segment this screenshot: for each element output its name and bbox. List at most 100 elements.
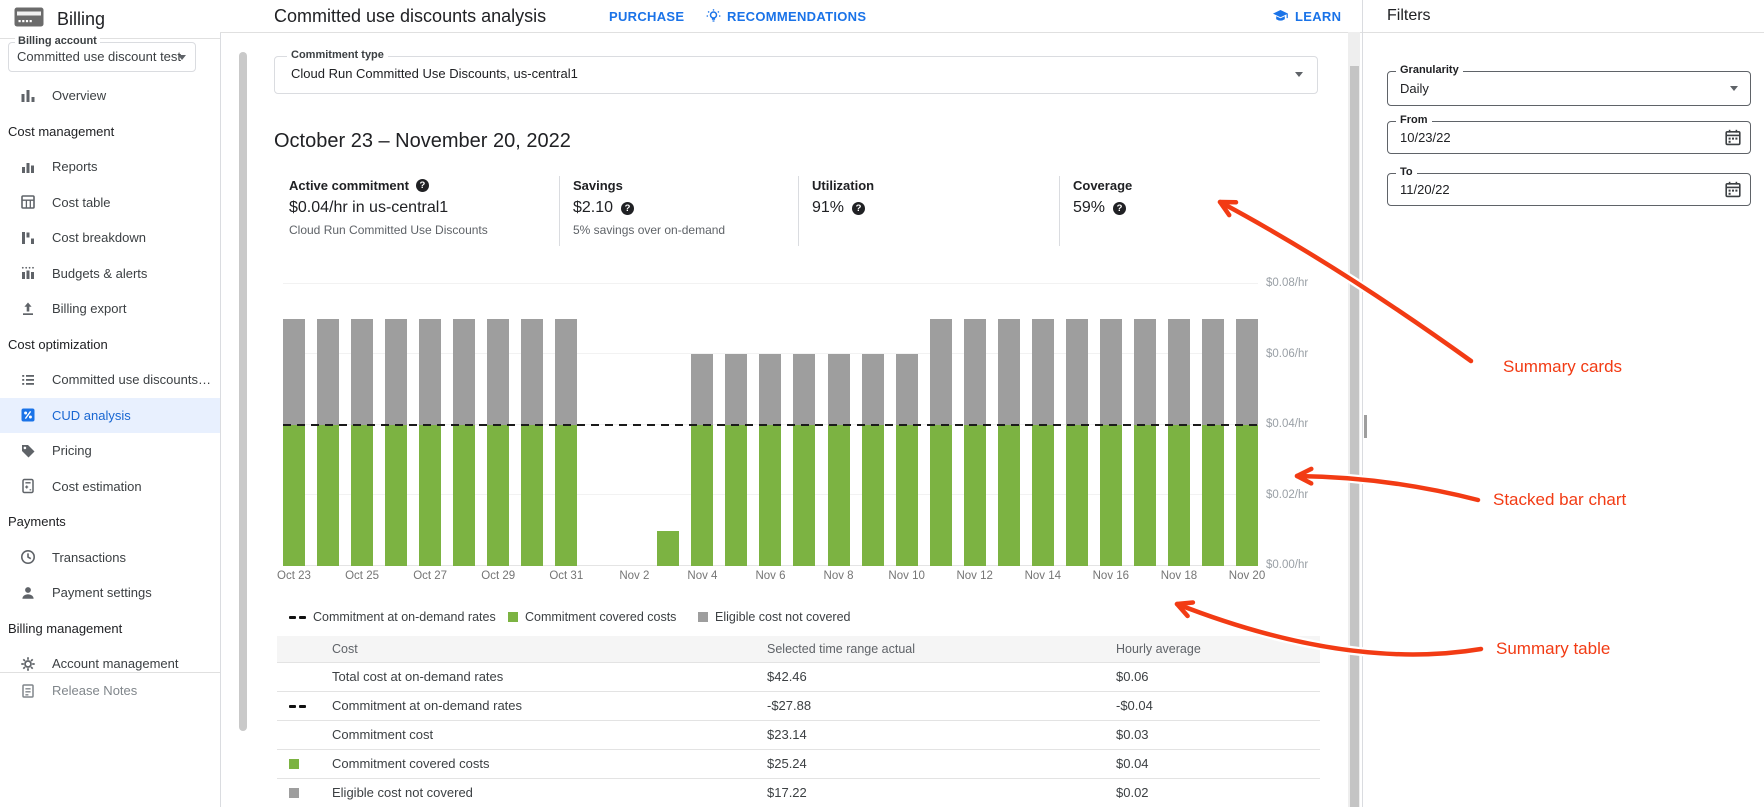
bar-segment-not-covered xyxy=(691,354,713,425)
bar-segment-not-covered xyxy=(1202,319,1224,425)
bar-oct-25 xyxy=(351,319,373,566)
x-axis-label: Nov 16 xyxy=(1093,570,1129,582)
bar-nov-6 xyxy=(759,354,781,566)
bar-oct-28 xyxy=(453,319,475,566)
bar-oct-27 xyxy=(419,319,441,566)
y-axis-label: $0.06/hr xyxy=(1266,348,1308,360)
to-date-field[interactable]: To 11/20/22 xyxy=(1387,173,1751,206)
bar-nov-4 xyxy=(691,354,713,566)
recommendations-button[interactable]: RECOMMENDATIONS xyxy=(706,0,866,32)
table-row: Total cost at on-demand rates$42.46$0.06 xyxy=(277,662,1320,691)
commitment-type-value: Cloud Run Committed Use Discounts, us-ce… xyxy=(291,57,578,91)
purchase-button[interactable]: PURCHASE xyxy=(609,0,684,32)
bar-nov-20 xyxy=(1236,319,1258,566)
learn-button[interactable]: LEARN xyxy=(1272,0,1341,32)
bar-nov-14 xyxy=(1032,319,1054,566)
billing-account-select[interactable]: Billing account Committed use discount t… xyxy=(8,42,196,72)
bar-nov-13 xyxy=(998,319,1020,566)
cell-actual: $42.46 xyxy=(767,663,1116,691)
dash-marker xyxy=(289,705,306,708)
bar-segment-not-covered xyxy=(1168,319,1190,425)
y-axis-label: $0.02/hr xyxy=(1266,489,1308,501)
filters-scrollbar-thumb[interactable] xyxy=(1364,415,1367,438)
bar-oct-29 xyxy=(487,319,509,566)
cell-cost: Commitment covered costs xyxy=(332,750,767,778)
chart-legend: Commitment at on-demand ratesCommitment … xyxy=(0,610,1360,626)
purchase-label: PURCHASE xyxy=(609,9,684,24)
granularity-select[interactable]: Granularity Daily xyxy=(1387,71,1751,106)
legend-label: Eligible cost not covered xyxy=(715,610,851,624)
help-icon[interactable]: ? xyxy=(1113,202,1126,215)
legend-item: Commitment covered costs xyxy=(508,610,676,624)
sidebar-section-header: Cost management xyxy=(0,114,220,150)
table-row: Eligible cost not covered$17.22$0.02 xyxy=(277,778,1320,807)
main-scrollbar-thumb[interactable] xyxy=(1350,66,1359,807)
bar-segment-covered xyxy=(828,425,850,566)
cell-actual: $25.24 xyxy=(767,750,1116,778)
bar-segment-covered xyxy=(1066,425,1088,566)
y-axis-label: $0.04/hr xyxy=(1266,418,1308,430)
bar-segment-covered xyxy=(1202,425,1224,566)
cost-estimation-icon xyxy=(20,478,36,494)
cell-hourly: $0.06 xyxy=(1116,663,1320,691)
sidebar-section-header: Cost optimization xyxy=(0,327,220,363)
sidebar-item-committed-use-discounts[interactable]: Committed use discounts… xyxy=(0,362,220,398)
product-name: Billing xyxy=(57,9,105,30)
sidebar-item-label: Reports xyxy=(52,159,98,174)
bar-segment-not-covered xyxy=(453,319,475,425)
sidebar-item-label: Cost estimation xyxy=(52,479,142,494)
bar-oct-31 xyxy=(555,319,577,566)
calendar-icon[interactable] xyxy=(1725,129,1741,151)
sidebar-item-pricing[interactable]: Pricing xyxy=(0,433,220,469)
sidebar-item-label: Account management xyxy=(52,656,178,671)
from-date-field[interactable]: From 10/23/22 xyxy=(1387,121,1751,154)
sidebar-item-overview[interactable]: Overview xyxy=(0,78,220,114)
summary-card-coverage: Coverage59%? xyxy=(1059,176,1299,246)
x-axis-label: Nov 10 xyxy=(888,570,924,582)
annotation-label: Summary table xyxy=(1496,639,1610,659)
commitment-type-select[interactable]: Commitment type Cloud Run Committed Use … xyxy=(274,56,1318,94)
row-marker-cell xyxy=(277,692,332,720)
bar-segment-not-covered xyxy=(385,319,407,425)
green-square-marker xyxy=(289,759,299,769)
bar-segment-covered xyxy=(998,425,1020,566)
summary-table: Cost Selected time range actual Hourly a… xyxy=(277,636,1320,807)
from-value: 10/23/22 xyxy=(1400,122,1451,153)
help-icon[interactable]: ? xyxy=(416,179,429,192)
payment-settings-icon xyxy=(20,585,36,601)
cell-actual: $17.22 xyxy=(767,779,1116,807)
bar-oct-24 xyxy=(317,319,339,566)
gray-square-marker xyxy=(698,612,708,622)
sidebar-item-label: Release Notes xyxy=(52,683,137,698)
billing-account-value: Committed use discount test xyxy=(17,43,181,71)
help-icon[interactable]: ? xyxy=(621,202,634,215)
sidebar-item-release-notes[interactable]: Release Notes xyxy=(0,673,220,709)
recommendations-label: RECOMMENDATIONS xyxy=(727,9,866,24)
cost-table-icon xyxy=(20,194,36,210)
sidebar-item-label: Overview xyxy=(52,88,106,103)
sidebar-item-cost-estimation[interactable]: Cost estimation xyxy=(0,469,220,505)
x-axis-label: Nov 8 xyxy=(824,570,854,582)
bar-segment-covered xyxy=(317,425,339,566)
sidebar-item-cost-table[interactable]: Cost table xyxy=(0,185,220,221)
x-axis-label: Nov 4 xyxy=(687,570,717,582)
sidebar-item-reports[interactable]: Reports xyxy=(0,149,220,185)
bar-nov-19 xyxy=(1202,319,1224,566)
nav-scrollbar-thumb[interactable] xyxy=(239,52,247,731)
calendar-icon[interactable] xyxy=(1725,181,1741,203)
annotation-label: Stacked bar chart xyxy=(1493,490,1626,510)
sidebar-item-billing-export[interactable]: Billing export xyxy=(0,291,220,327)
sidebar-item-payment-settings[interactable]: Payment settings xyxy=(0,575,220,611)
sidebar-item-budgets-alerts[interactable]: Budgets & alerts xyxy=(0,256,220,292)
bar-segment-covered xyxy=(793,425,815,566)
sidebar-item-cost-breakdown[interactable]: Cost breakdown xyxy=(0,220,220,256)
sidebar-item-transactions[interactable]: Transactions xyxy=(0,540,220,576)
bar-segment-covered xyxy=(930,425,952,566)
bar-nov-17 xyxy=(1134,319,1156,566)
graduation-cap-icon xyxy=(1272,9,1289,23)
sidebar-item-cud-analysis[interactable]: CUD analysis xyxy=(0,398,220,434)
x-axis-label: Oct 25 xyxy=(345,570,379,582)
x-axis-label: Oct 29 xyxy=(481,570,515,582)
help-icon[interactable]: ? xyxy=(852,202,865,215)
card-value-text: 91% xyxy=(812,199,844,217)
